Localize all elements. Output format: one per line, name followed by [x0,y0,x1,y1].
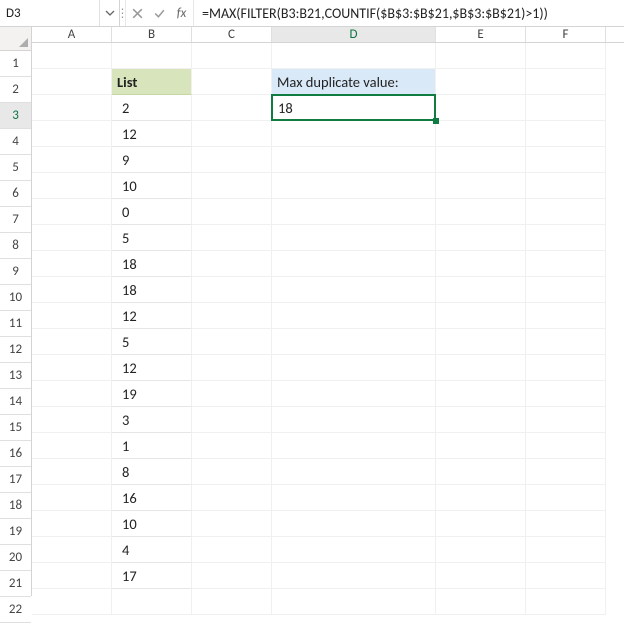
row-header[interactable]: 9 [0,259,31,285]
row-header[interactable]: 16 [0,441,31,467]
row-header[interactable]: 2 [0,77,31,103]
row-header[interactable]: 6 [0,181,31,207]
list-item[interactable]: 8 [112,459,192,485]
insert-function-button[interactable]: fx [170,0,194,26]
select-all-corner[interactable] [0,27,31,51]
list-item[interactable]: 5 [112,225,192,251]
list-header-cell[interactable]: List [112,69,192,95]
row-header[interactable]: 5 [0,155,31,181]
column-headers: A B C D E F [32,27,624,43]
chevron-down-icon [105,8,115,18]
row-header[interactable]: 4 [0,129,31,155]
grid-body: A B C D E F List Max duplicate value: 2 18… [32,27,624,596]
column-header[interactable]: C [192,27,272,42]
name-box[interactable]: D3 [0,0,99,26]
row-headers: 1 2 3 4 5 6 7 8 9 10 11 12 13 14 15 16 1… [0,27,32,596]
check-icon [153,7,166,20]
name-box-wrap: D3 [0,0,120,26]
list-item[interactable]: 4 [112,537,192,563]
list-item[interactable]: 3 [112,407,192,433]
list-item[interactable]: 12 [112,303,192,329]
list-item[interactable]: 17 [112,563,192,589]
row-header[interactable]: 14 [0,389,31,415]
list-item[interactable]: 10 [112,511,192,537]
list-item[interactable]: 18 [112,251,192,277]
accept-formula-button[interactable] [148,0,170,26]
list-item[interactable]: 12 [112,355,192,381]
result-label-cell[interactable]: Max duplicate value: [272,69,436,95]
column-header[interactable]: D [272,27,436,42]
row-header[interactable]: 1 [0,51,31,77]
row-header[interactable]: 18 [0,493,31,519]
column-header[interactable]: B [112,27,192,42]
row-header[interactable]: 3 [0,103,31,129]
list-item[interactable]: 19 [112,381,192,407]
column-header[interactable]: A [32,27,112,42]
row-header[interactable]: 11 [0,311,31,337]
row-header[interactable]: 7 [0,207,31,233]
list-item[interactable]: 12 [112,121,192,147]
row-header[interactable]: 10 [0,285,31,311]
list-item[interactable]: 5 [112,329,192,355]
column-header[interactable]: F [526,27,606,42]
x-icon [131,7,144,20]
result-cell[interactable]: 18 [272,95,436,121]
formula-bar: D3 ⋮ fx =MAX(FILTER(B3:B21,COUNTIF($B$3:… [0,0,624,27]
formula-input[interactable]: =MAX(FILTER(B3:B21,COUNTIF($B$3:$B$21,$B… [194,0,624,26]
row-header[interactable]: 12 [0,337,31,363]
cells-area[interactable]: List Max duplicate value: 2 18 12 9 10 0 5… [32,43,624,615]
list-item[interactable]: 1 [112,433,192,459]
list-item[interactable]: 18 [112,277,192,303]
list-item[interactable]: 16 [112,485,192,511]
column-header[interactable]: E [436,27,526,42]
cancel-formula-button[interactable] [126,0,148,26]
row-header[interactable]: 19 [0,519,31,545]
row-header[interactable]: 20 [0,545,31,571]
list-item[interactable]: 10 [112,173,192,199]
row-header[interactable]: 15 [0,415,31,441]
row-header[interactable]: 21 [0,571,31,597]
spreadsheet-grid: 1 2 3 4 5 6 7 8 9 10 11 12 13 14 15 16 1… [0,27,624,596]
list-item[interactable]: 9 [112,147,192,173]
row-header[interactable]: 17 [0,467,31,493]
row-header[interactable]: 22 [0,597,31,623]
list-item[interactable]: 0 [112,199,192,225]
row-header[interactable]: 8 [0,233,31,259]
list-item[interactable]: 2 [112,95,192,121]
row-header[interactable]: 13 [0,363,31,389]
